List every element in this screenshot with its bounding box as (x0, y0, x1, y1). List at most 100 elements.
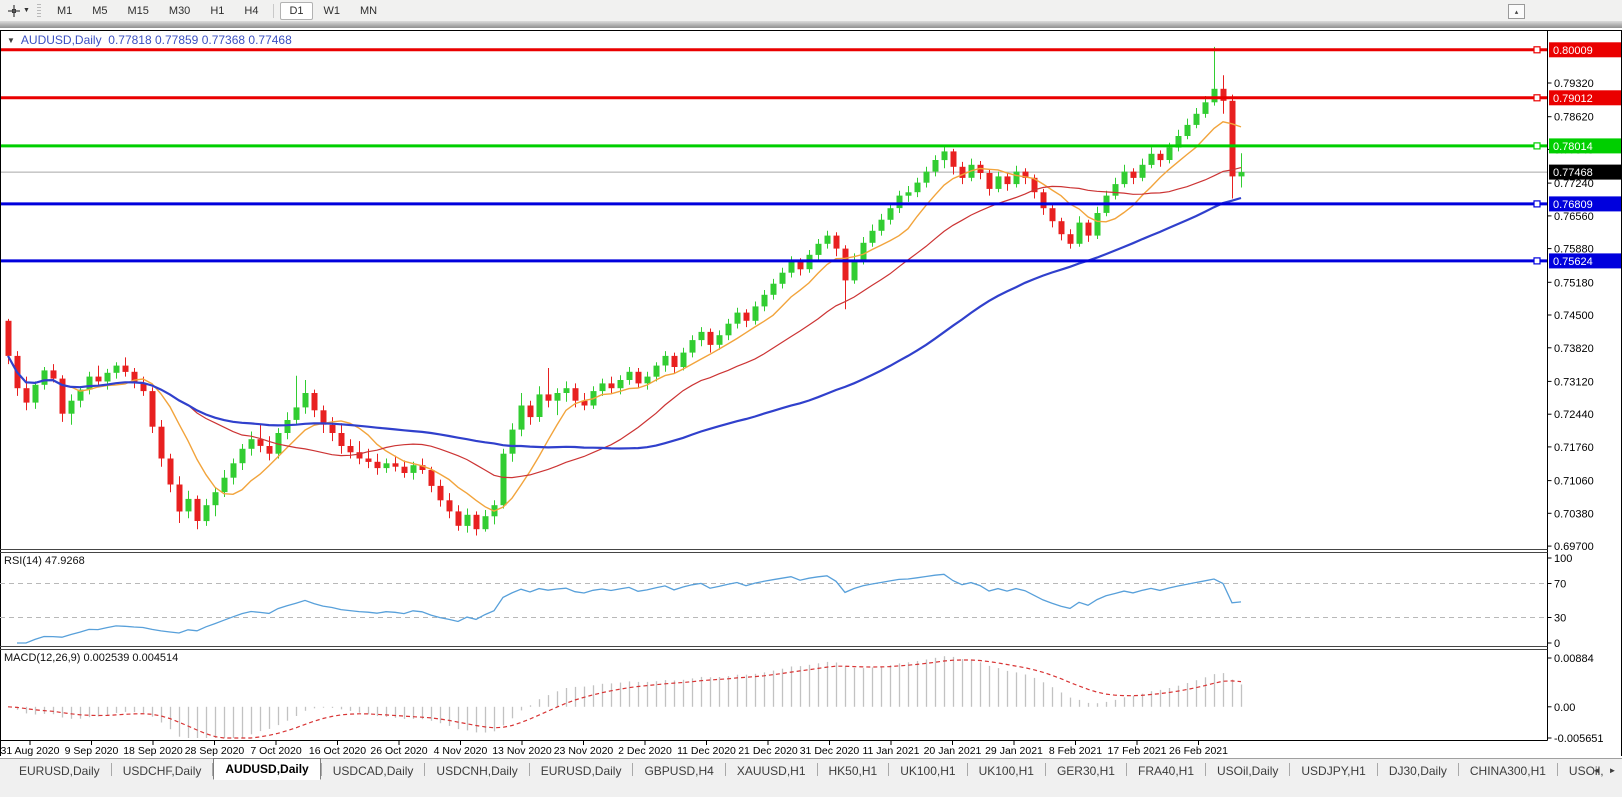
candle-body (662, 355, 669, 366)
price-axis-label: 0.73820 (1554, 343, 1594, 355)
chart-window-button[interactable]: ▴ (1508, 4, 1525, 19)
candle-body (743, 312, 750, 321)
candle-body (122, 365, 129, 372)
chart-tab[interactable]: UK100,H1 (889, 762, 966, 780)
crosshair-tool-button[interactable]: ▼ (4, 3, 33, 19)
chart-tab[interactable]: GER30,H1 (1046, 762, 1126, 780)
chart-tab[interactable]: USDCHF,Daily (112, 762, 213, 780)
rsi-axis-label: 70 (1554, 579, 1566, 591)
price-badge-label: 0.77468 (1553, 167, 1593, 179)
candle-body (266, 446, 273, 454)
chart-tab[interactable]: USOil,Daily (1206, 762, 1289, 780)
candle-body (284, 420, 291, 433)
candle-body (221, 477, 228, 493)
date-label: 8 Feb 2021 (1049, 745, 1102, 757)
tabs-scroll-left-button[interactable]: ◄ (1590, 763, 1603, 777)
price-axis-label: 0.69700 (1554, 541, 1594, 553)
date-label: 28 Sep 2020 (185, 745, 245, 757)
candle-body (1130, 171, 1137, 178)
line-handle[interactable] (1533, 142, 1541, 150)
date-label: 4 Nov 2020 (434, 745, 488, 757)
candle-body (1004, 176, 1011, 185)
candle-body (347, 446, 354, 453)
candle-body (1085, 222, 1092, 236)
candle-body (896, 195, 903, 209)
chart-tab[interactable]: DJ30,Daily (1378, 762, 1458, 780)
candle-body (536, 394, 543, 417)
candle-body (329, 424, 336, 433)
candle-body (473, 514, 480, 530)
candle-body (1148, 153, 1155, 165)
candle-body (302, 393, 309, 408)
candle-body (149, 391, 156, 427)
price-axis-label: 0.71060 (1554, 476, 1594, 488)
chart-tab[interactable]: GBPUSD,H4 (633, 762, 724, 780)
timeframe-button-m5[interactable]: M5 (83, 2, 116, 20)
price-chart-canvas[interactable]: 0.793200.786200.779400.772400.765600.758… (0, 28, 1622, 758)
candle-body (644, 376, 651, 384)
candle-body (851, 259, 858, 281)
timeframe-button-m30[interactable]: M30 (160, 2, 199, 20)
candle-body (104, 372, 111, 382)
candle-body (41, 370, 48, 385)
candle-body (842, 248, 849, 281)
chart-tab[interactable]: EURUSD,Daily (530, 762, 633, 780)
macd-axis-label: 0.00 (1554, 702, 1575, 714)
candle-body (635, 371, 642, 384)
timeframe-button-h1[interactable]: H1 (201, 2, 233, 20)
timeframe-button-w1[interactable]: W1 (315, 2, 350, 20)
candle-body (203, 505, 210, 522)
chart-tab[interactable]: USDJPY,H1 (1290, 762, 1376, 780)
candle-body (482, 516, 489, 530)
timeframe-button-m1[interactable]: M1 (48, 2, 81, 20)
candle-body (1112, 184, 1119, 196)
candle-body (518, 405, 525, 430)
candle-body (338, 433, 345, 446)
chart-tab[interactable]: HK50,H1 (818, 762, 889, 780)
candle-body (428, 470, 435, 486)
candle-body (563, 388, 570, 393)
date-label: 26 Oct 2020 (370, 745, 427, 757)
chart-tab[interactable]: UK100,H1 (968, 762, 1045, 780)
date-label: 11 Jan 2021 (862, 745, 919, 757)
date-label: 2 Dec 2020 (618, 745, 672, 757)
candle-body (734, 312, 741, 324)
tabs-scroll-right-button[interactable]: ► (1606, 763, 1619, 777)
candle-body (1157, 153, 1164, 161)
candle-body (446, 500, 453, 512)
date-label: 20 Jan 2021 (924, 745, 982, 757)
line-handle[interactable] (1533, 46, 1541, 54)
candle-body (770, 283, 777, 295)
timeframe-button-d1[interactable]: D1 (280, 1, 313, 20)
candle-body (707, 331, 714, 345)
chart-plot-background[interactable] (1, 30, 1621, 756)
candle-body (1076, 222, 1083, 244)
timeframe-button-mn[interactable]: MN (351, 2, 386, 20)
price-badge-label: 0.76809 (1553, 199, 1593, 211)
line-handle[interactable] (1533, 257, 1541, 265)
date-label: 11 Dec 2020 (677, 745, 736, 757)
candle-body (509, 429, 516, 454)
chart-tab[interactable]: AUDUSD,Daily (213, 758, 321, 780)
chart-tab[interactable]: USDCNH,Daily (425, 762, 528, 780)
line-handle[interactable] (1533, 94, 1541, 102)
price-axis-label: 0.79320 (1554, 78, 1594, 90)
candle-body (815, 243, 822, 255)
chart-tab[interactable]: EURUSD,Daily (8, 762, 111, 780)
chart-tab[interactable]: USDCAD,Daily (322, 762, 425, 780)
candle-body (752, 306, 759, 321)
chart-window[interactable]: 0.793200.786200.779400.772400.765600.758… (0, 28, 1622, 758)
chart-tab[interactable]: CHINA300,H1 (1459, 762, 1557, 780)
timeframe-button-h4[interactable]: H4 (235, 2, 267, 20)
candle-body (1229, 100, 1236, 177)
candle-body (914, 182, 921, 193)
chart-tab[interactable]: XAUUSD,H1 (726, 762, 817, 780)
candle-body (23, 388, 30, 403)
candle-body (572, 388, 579, 401)
candle-body (1238, 172, 1245, 177)
line-handle[interactable] (1533, 200, 1541, 208)
crosshair-icon (8, 4, 20, 17)
timeframe-button-m15[interactable]: M15 (119, 2, 158, 20)
chart-tab[interactable]: FRA40,H1 (1127, 762, 1205, 780)
candle-body (176, 484, 183, 512)
